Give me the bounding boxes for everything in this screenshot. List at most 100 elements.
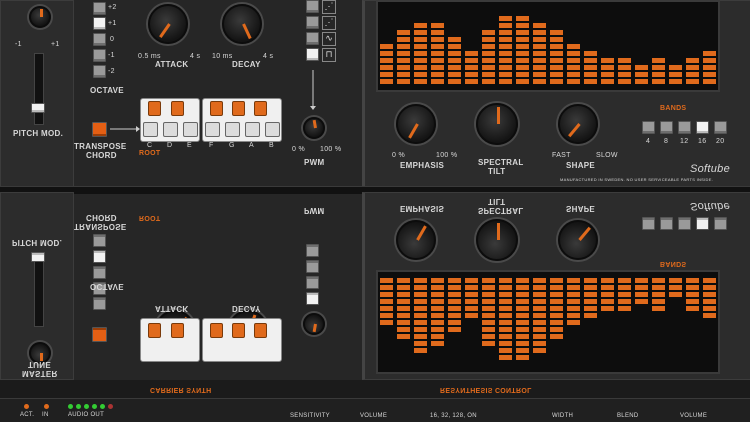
spectrum-segment [652,65,665,70]
octave-value: +1 [108,20,117,27]
spectrum-segment [584,58,597,63]
pwm-knob[interactable] [303,117,325,139]
bands-button[interactable] [696,121,709,134]
spectrum-segment [601,65,614,70]
octave-button[interactable] [93,65,106,78]
pulse-icon: ⊓ [322,48,336,62]
natural-key[interactable] [183,122,198,137]
spectrum-segment [703,72,716,77]
spectrum-segment [550,37,563,42]
chord-label: CHORD [86,213,117,222]
natural-key[interactable] [245,122,260,137]
spectrum-segment [550,79,563,84]
spectrum-segment [567,65,580,70]
spectrum-segment [669,72,682,77]
spectrum-segment [584,51,597,56]
spectrum-segment [703,79,716,84]
spectrum-segment [397,44,410,49]
spectrum-segment [533,44,546,49]
spectrum-segment [686,65,699,70]
spectrum-segment [397,79,410,84]
waveform-button[interactable] [306,16,319,29]
pitch-mod-label: PITCH MOD. [12,238,63,247]
spectrum-segment [516,16,529,21]
spectrum-segment [686,72,699,77]
natural-key[interactable] [163,122,178,137]
arrow-down-icon [310,70,316,110]
bands-button[interactable] [714,121,727,134]
waveform-button[interactable] [306,32,319,45]
io-strip: ACT. IN AUDIO OUT SENSITIVITY VOLUME 16,… [0,398,750,422]
transpose-chord-button[interactable] [92,122,107,137]
note-label: C [147,142,153,149]
spectrum-segment [567,79,580,84]
spectrum-segment [482,72,495,77]
sharp-key[interactable] [210,101,223,116]
spectrum-segment [414,58,427,63]
shape-knob[interactable] [558,104,598,144]
spectrum-segment [618,58,631,63]
spectrum-segment [414,79,427,84]
pitch-mod-slider-track[interactable] [34,53,44,125]
waveform-button[interactable] [306,0,319,13]
shape-max: SLOW [596,152,618,159]
sharp-key[interactable] [148,101,161,116]
spectrum-segment [431,58,444,63]
spectrum-segment [465,58,478,63]
spectrum-segment [550,58,563,63]
octave-button[interactable] [93,49,106,62]
attack-min: 0.5 ms [138,53,161,60]
sharp-key[interactable] [232,101,245,116]
spectrum-segment [414,23,427,28]
natural-key[interactable] [265,122,280,137]
level-led [68,404,73,409]
lower-labels: MASTER TUNE PITCH MOD. OCTAVE TRANSPOSE … [0,194,750,393]
sawtooth-icon: ⋰ [322,0,336,14]
spectrum-segment [550,30,563,35]
natural-key[interactable] [143,122,158,137]
transpose-label: TRANSPOSE [74,142,127,151]
sharp-key[interactable] [171,101,184,116]
bands-button[interactable] [660,121,673,134]
octave-button[interactable] [93,2,106,15]
pitch-knob[interactable] [29,6,51,28]
spectrum-segment [499,72,512,77]
spectrum-segment [465,51,478,56]
pitch-mod-slider-handle[interactable] [31,103,45,113]
decay-knob[interactable] [222,4,262,44]
spectrum-segment [516,23,529,28]
natural-key[interactable] [225,122,240,137]
spectrum-segment [618,72,631,77]
pwm-max: 100 % [320,146,342,153]
spectrum-segment [601,72,614,77]
spectrum-segment [448,72,461,77]
waveform-button[interactable] [306,48,319,61]
level-led [92,404,97,409]
bands-value: 20 [716,138,725,145]
spectrum-segment [465,72,478,77]
octave-button[interactable] [93,17,106,30]
sharp-key[interactable] [254,101,267,116]
spectrum-segment [414,37,427,42]
spectrum-segment [397,58,410,63]
spectrum-segment [584,72,597,77]
emphasis-label: EMPHASIS [400,161,445,170]
emphasis-knob[interactable] [396,104,436,144]
spectral-label: SPECTRAL [478,158,524,167]
spectrum-segment [533,23,546,28]
pitch-scale-min: -1 [15,41,22,48]
shape-label: SHAPE [566,161,596,170]
spectrum-segment [397,30,410,35]
spectrum-segment [482,65,495,70]
octave-button[interactable] [93,33,106,46]
natural-key[interactable] [205,122,220,137]
bands-button[interactable] [678,121,691,134]
spectrum-segment [499,44,512,49]
spectrum-segment [516,72,529,77]
bands-button[interactable] [642,121,655,134]
decay-min: 10 ms [212,53,233,60]
spectrum-segment [465,65,478,70]
attack-max: 4 s [190,53,201,60]
attack-knob[interactable] [148,4,188,44]
spectral-tilt-knob[interactable] [476,103,518,145]
